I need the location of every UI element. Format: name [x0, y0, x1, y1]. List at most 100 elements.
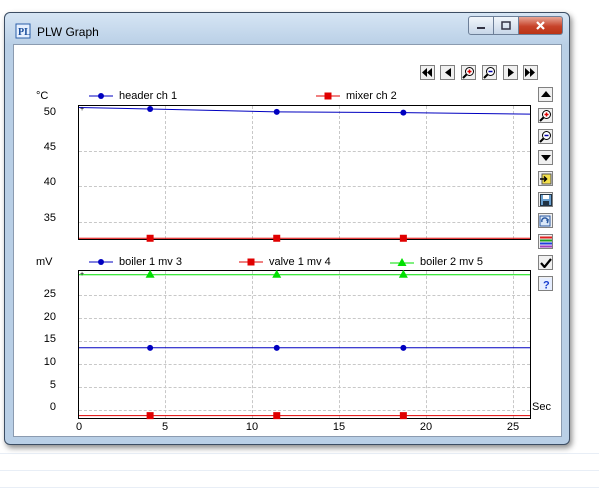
x-tick-label: 15: [332, 421, 346, 433]
minimize-button[interactable]: [468, 16, 494, 35]
data-point-square: [146, 234, 154, 242]
y-tick-label: 0: [49, 401, 56, 413]
color-settings-button[interactable]: [538, 234, 553, 249]
top-chart-y-unit: °C: [36, 90, 49, 102]
close-icon: [536, 21, 545, 30]
first-page-button[interactable]: [420, 65, 435, 80]
cursor-mark: +: [80, 106, 84, 113]
y-tick-label: 15: [43, 333, 56, 345]
save-icon: [539, 193, 552, 206]
close-button[interactable]: [519, 16, 563, 35]
legend-marker-square-icon: [316, 92, 340, 100]
data-point-square: [273, 234, 281, 242]
scroll-up-button[interactable]: [538, 87, 553, 102]
y-tick-label: 5: [49, 379, 56, 391]
help-icon: ?: [539, 277, 552, 290]
data-point-square: [273, 412, 281, 420]
save-button[interactable]: [538, 192, 553, 207]
series-line-1: [78, 107, 531, 115]
legend-marker-square-icon: [239, 258, 263, 266]
y-tick-label: 40: [43, 176, 56, 188]
previous-button[interactable]: [440, 65, 455, 80]
data-point-triangle: [145, 269, 155, 278]
first-page-icon: [422, 68, 432, 77]
data-point-square: [399, 412, 407, 420]
legend-marker-triangle-icon: [390, 257, 414, 266]
zoom-out-button[interactable]: [482, 65, 497, 80]
data-point-circle: [400, 109, 407, 116]
y-tick-label: 10: [43, 356, 56, 368]
zoom-in-button[interactable]: [461, 65, 476, 80]
export-icon: [540, 173, 552, 184]
data-point-circle: [147, 105, 154, 112]
y-tick-label: 35: [43, 212, 56, 224]
legend-label: boiler 1 mv 3: [119, 256, 182, 268]
x-tick-label: 5: [161, 421, 169, 433]
y-tick-label: 20: [43, 311, 56, 323]
title-bar[interactable]: PL PLW Graph: [5, 13, 569, 45]
data-point-circle: [400, 344, 407, 351]
last-page-icon: [525, 68, 535, 77]
maximize-button[interactable]: [494, 16, 519, 35]
help-button[interactable]: ?: [538, 276, 553, 291]
minimize-icon: [477, 26, 485, 29]
previous-icon: [444, 68, 451, 77]
data-point-circle: [147, 344, 154, 351]
x-tick-label: 25: [506, 421, 520, 433]
legend-label: mixer ch 2: [346, 90, 397, 102]
zoom-in-icon: [462, 67, 474, 79]
legend-item-boiler-1-mv-3: boiler 1 mv 3: [89, 256, 182, 268]
data-point-circle: [273, 108, 280, 115]
y-tick-label: 25: [43, 288, 56, 300]
bottom-chart-plot-area[interactable]: +: [78, 269, 531, 420]
window-controls: [468, 16, 563, 35]
y-tick-label: 50: [43, 106, 56, 118]
y-tick-label: 45: [43, 141, 56, 153]
legend-item-mixer-ch-2: mixer ch 2: [316, 90, 397, 102]
next-button[interactable]: [503, 65, 518, 80]
legend-label: valve 1 mv 4: [269, 256, 331, 268]
x-tick-label: 10: [245, 421, 259, 433]
bottom-chart-series-layer: +: [79, 269, 530, 420]
legend-item-valve-1-mv-4: valve 1 mv 4: [239, 256, 331, 268]
top-chart-series-layer: +: [78, 105, 531, 242]
check-icon: [539, 257, 552, 268]
x-tick-label: 0: [75, 421, 83, 433]
data-point-circle: [273, 344, 280, 351]
maximize-icon: [501, 21, 511, 30]
svg-text:PL: PL: [18, 27, 31, 38]
legend-item-boiler-2-mv-5: boiler 2 mv 5: [390, 256, 483, 268]
zoom-in-vertical-icon: [539, 110, 551, 122]
next-icon: [507, 68, 514, 77]
refresh-button[interactable]: [538, 213, 553, 228]
cursor-mark: +: [80, 271, 84, 278]
window-title: PLW Graph: [37, 25, 99, 39]
zoom-in-vertical-button[interactable]: [538, 108, 553, 123]
export-button[interactable]: [538, 171, 553, 186]
x-tick-label: 20: [419, 421, 433, 433]
zoom-out-icon: [483, 67, 495, 79]
zoom-out-vertical-icon: [539, 131, 551, 143]
color-settings-icon: [539, 236, 552, 247]
x-axis-unit: Sec: [532, 401, 551, 413]
top-chart-plot-area[interactable]: +: [78, 105, 531, 242]
data-point-square: [399, 234, 407, 242]
check-button[interactable]: [538, 255, 553, 270]
zoom-out-vertical-button[interactable]: [538, 129, 553, 144]
bottom-chart-y-unit: mV: [36, 256, 53, 268]
legend-label: boiler 2 mv 5: [420, 256, 483, 268]
refresh-icon: [539, 215, 551, 226]
last-page-button[interactable]: [523, 65, 538, 80]
data-point-square: [146, 412, 154, 420]
data-point-triangle: [398, 269, 408, 278]
scroll-down-button[interactable]: [538, 150, 553, 165]
legend-marker-circle-icon: [89, 93, 113, 99]
legend-item-header-ch-1: header ch 1: [89, 90, 177, 102]
scroll-down-icon: [540, 155, 551, 161]
plw-graph-window: PL PLW Graph ? °C header ch 1 mixer ch 2…: [4, 12, 570, 445]
data-point-triangle: [272, 269, 282, 278]
scroll-up-icon: [540, 91, 551, 97]
graph-client-area: ? °C header ch 1 mixer ch 2 50 45 40 35: [13, 44, 562, 437]
svg-text:?: ?: [543, 279, 550, 290]
plw-logo-icon: PL: [15, 23, 31, 39]
